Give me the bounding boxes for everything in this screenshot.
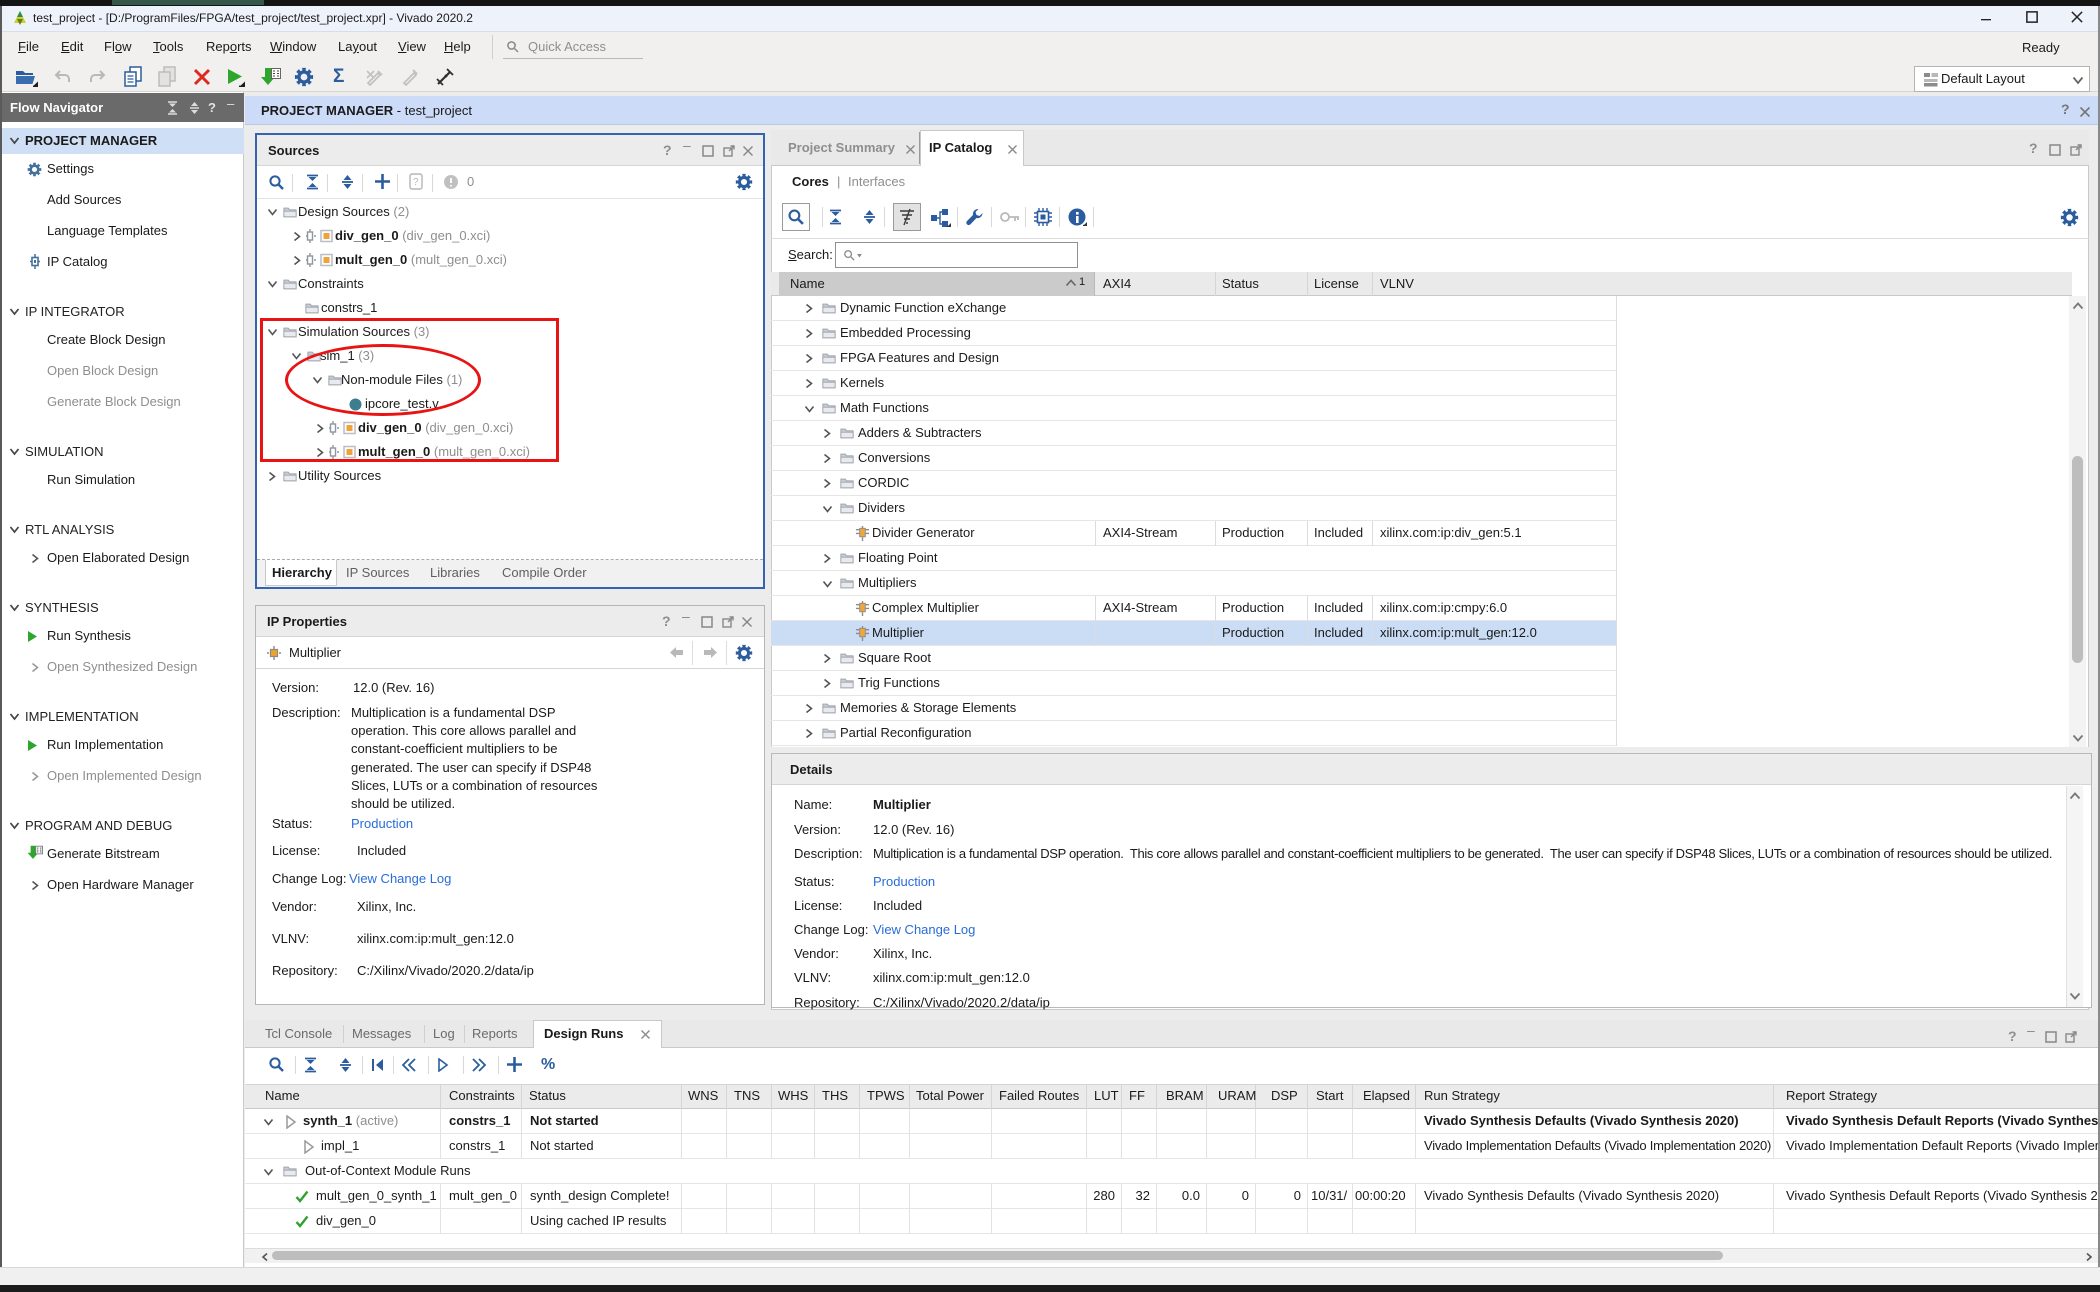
svg-text:?: ? — [413, 177, 419, 188]
